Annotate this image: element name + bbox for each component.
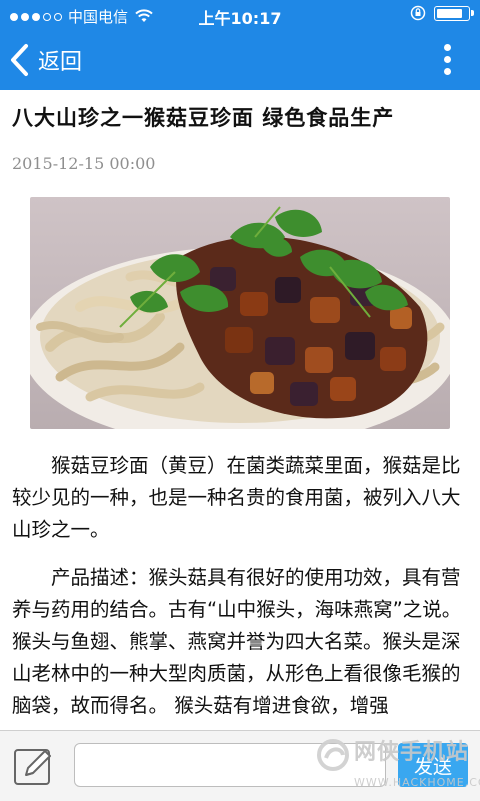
rotation-lock-icon bbox=[410, 5, 426, 21]
compose-icon bbox=[14, 749, 51, 785]
chevron-left-icon bbox=[11, 44, 28, 76]
bottom-bar: 发送 bbox=[0, 730, 480, 801]
article-body: 猴菇豆珍面（黄豆）在菌类蔬菜里面，猴菇是比较少见的一种，也是一种名贵的食用菌，被… bbox=[12, 450, 468, 730]
article-date: 2015-12-15 00:00 bbox=[12, 154, 156, 173]
status-time: 上午10:17 bbox=[198, 9, 282, 28]
compose-button[interactable] bbox=[12, 745, 56, 789]
noodle-dish-image bbox=[30, 197, 450, 429]
comment-input[interactable] bbox=[74, 743, 386, 787]
nav-bar: 返回 bbox=[0, 30, 480, 90]
article-paragraph: 产品描述：猴头菇具有很好的使用功效，具有营养与药用的结合。古有“山中猴头，海味燕… bbox=[12, 566, 462, 717]
article-image bbox=[30, 197, 450, 429]
battery-icon bbox=[434, 5, 474, 21]
status-right bbox=[410, 5, 474, 21]
back-button[interactable]: 返回 bbox=[8, 40, 82, 80]
article-paragraph: 猴菇豆珍面（黄豆）在菌类蔬菜里面，猴菇是比较少见的一种，也是一种名贵的食用菌，被… bbox=[12, 454, 461, 541]
more-vertical-icon bbox=[444, 44, 451, 51]
more-vertical-icon-dot bbox=[444, 68, 451, 75]
more-vertical-icon-dot bbox=[444, 56, 451, 63]
app: 中国电信 上午10:17 返回 八大山珍之一猴菇豆珍面 绿色食品生产 2015-… bbox=[0, 0, 480, 801]
article-content[interactable]: 八大山珍之一猴菇豆珍面 绿色食品生产 2015-12-15 00:00 猴菇豆珍… bbox=[0, 90, 480, 730]
back-label: 返回 bbox=[38, 50, 83, 75]
send-button[interactable]: 发送 bbox=[398, 743, 468, 787]
status-bar: 中国电信 上午10:17 bbox=[0, 0, 480, 30]
article-title: 八大山珍之一猴菇豆珍面 绿色食品生产 bbox=[12, 106, 395, 130]
battery-fill bbox=[437, 8, 463, 18]
header: 中国电信 上午10:17 返回 bbox=[0, 0, 480, 90]
more-menu-button[interactable] bbox=[440, 42, 454, 78]
